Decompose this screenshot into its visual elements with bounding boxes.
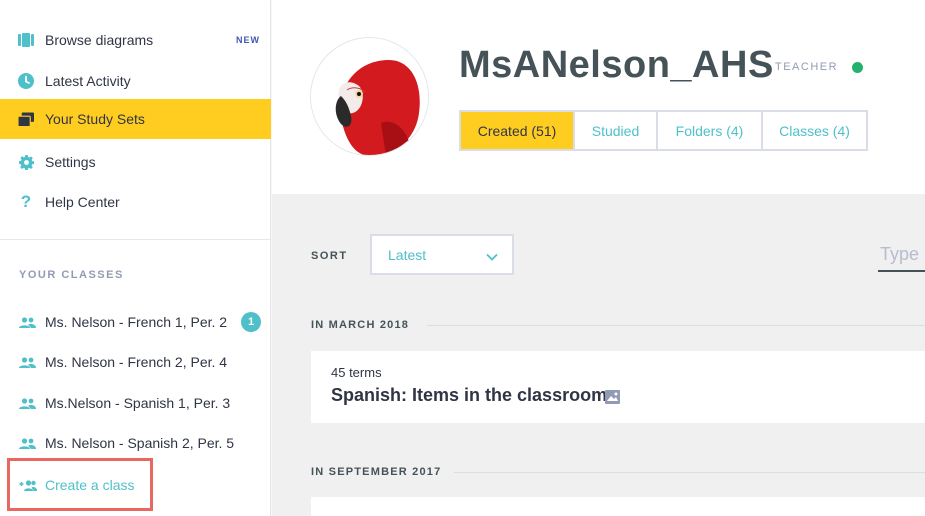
tab-created[interactable]: Created (51) — [461, 112, 575, 149]
study-set-card[interactable]: 45 terms Spanish: Items in the classroom — [311, 351, 925, 423]
class-item-french-1[interactable]: Ms. Nelson - French 1, Per. 2 1 — [0, 307, 271, 337]
profile-header: MsANelson_AHS TEACHER Created (51) Studi… — [272, 0, 925, 194]
profile-tabs: Created (51) Studied Folders (4) Classes… — [459, 110, 868, 151]
sidebar: Browse diagrams NEW Latest Activity Your… — [0, 0, 271, 516]
people-icon — [19, 316, 36, 328]
create-class-label: Create a class — [45, 476, 135, 493]
study-set-card[interactable] — [311, 497, 925, 516]
nav-label: Your Study Sets — [45, 111, 145, 127]
your-classes-heading: YOUR CLASSES — [19, 269, 124, 281]
term-count: 45 terms — [331, 365, 382, 380]
nav-latest-activity[interactable]: Latest Activity — [0, 61, 271, 101]
nav-label: Latest Activity — [45, 73, 131, 89]
group-divider — [427, 325, 925, 326]
people-icon — [19, 356, 36, 368]
gear-icon — [18, 154, 34, 170]
nav-label: Settings — [45, 154, 96, 170]
create-class-button[interactable]: Create a class — [7, 458, 153, 511]
avatar[interactable] — [310, 37, 429, 156]
tab-folders[interactable]: Folders (4) — [658, 112, 763, 149]
nav-settings[interactable]: Settings — [0, 142, 271, 182]
class-label: Ms. Nelson - French 1, Per. 2 — [45, 314, 228, 330]
filter-input[interactable] — [878, 238, 925, 272]
clock-icon — [18, 73, 34, 89]
sort-dropdown[interactable]: Latest — [370, 234, 514, 275]
study-sets-content: SORT Latest IN MARCH 2018 45 terms Spani… — [272, 194, 925, 516]
username: MsANelson_AHS — [459, 44, 774, 86]
class-label: Ms.Nelson - Spanish 1, Per. 3 — [45, 395, 231, 411]
chevron-down-icon — [486, 248, 498, 264]
class-label: Ms. Nelson - Spanish 2, Per. 5 — [45, 435, 235, 451]
study-sets-icon — [18, 111, 34, 127]
tab-studied[interactable]: Studied — [575, 112, 658, 149]
diagram-icon — [18, 32, 34, 48]
class-label: Ms. Nelson - French 2, Per. 4 — [45, 354, 228, 370]
date-group-heading: IN SEPTEMBER 2017 — [311, 466, 442, 478]
role-label: TEACHER — [775, 61, 839, 73]
people-icon — [19, 397, 36, 409]
people-icon — [19, 437, 36, 449]
new-badge: NEW — [236, 35, 260, 45]
date-group-heading: IN MARCH 2018 — [311, 319, 410, 331]
image-icon — [605, 390, 620, 409]
study-set-title: Spanish: Items in the classroom — [331, 385, 608, 405]
add-people-icon — [19, 479, 37, 491]
parrot-avatar-image — [311, 38, 428, 155]
question-icon: ? — [20, 192, 32, 211]
nav-label: Browse diagrams — [45, 32, 154, 48]
class-item-spanish-1[interactable]: Ms.Nelson - Spanish 1, Per. 3 — [0, 388, 271, 418]
group-divider — [454, 472, 925, 473]
nav-browse-diagrams[interactable]: Browse diagrams NEW — [0, 20, 271, 60]
nav-your-study-sets[interactable]: Your Study Sets — [0, 99, 271, 139]
sort-value: Latest — [388, 246, 427, 263]
tab-classes[interactable]: Classes (4) — [763, 112, 866, 149]
notification-count-badge: 1 — [241, 312, 261, 332]
class-item-spanish-2[interactable]: Ms. Nelson - Spanish 2, Per. 5 — [0, 428, 271, 458]
sort-label: SORT — [311, 250, 348, 262]
online-status-dot — [852, 62, 863, 73]
sidebar-divider — [0, 239, 271, 240]
nav-help-center[interactable]: ? Help Center — [0, 182, 271, 222]
nav-label: Help Center — [45, 194, 120, 210]
class-item-french-2[interactable]: Ms. Nelson - French 2, Per. 4 — [0, 347, 271, 377]
